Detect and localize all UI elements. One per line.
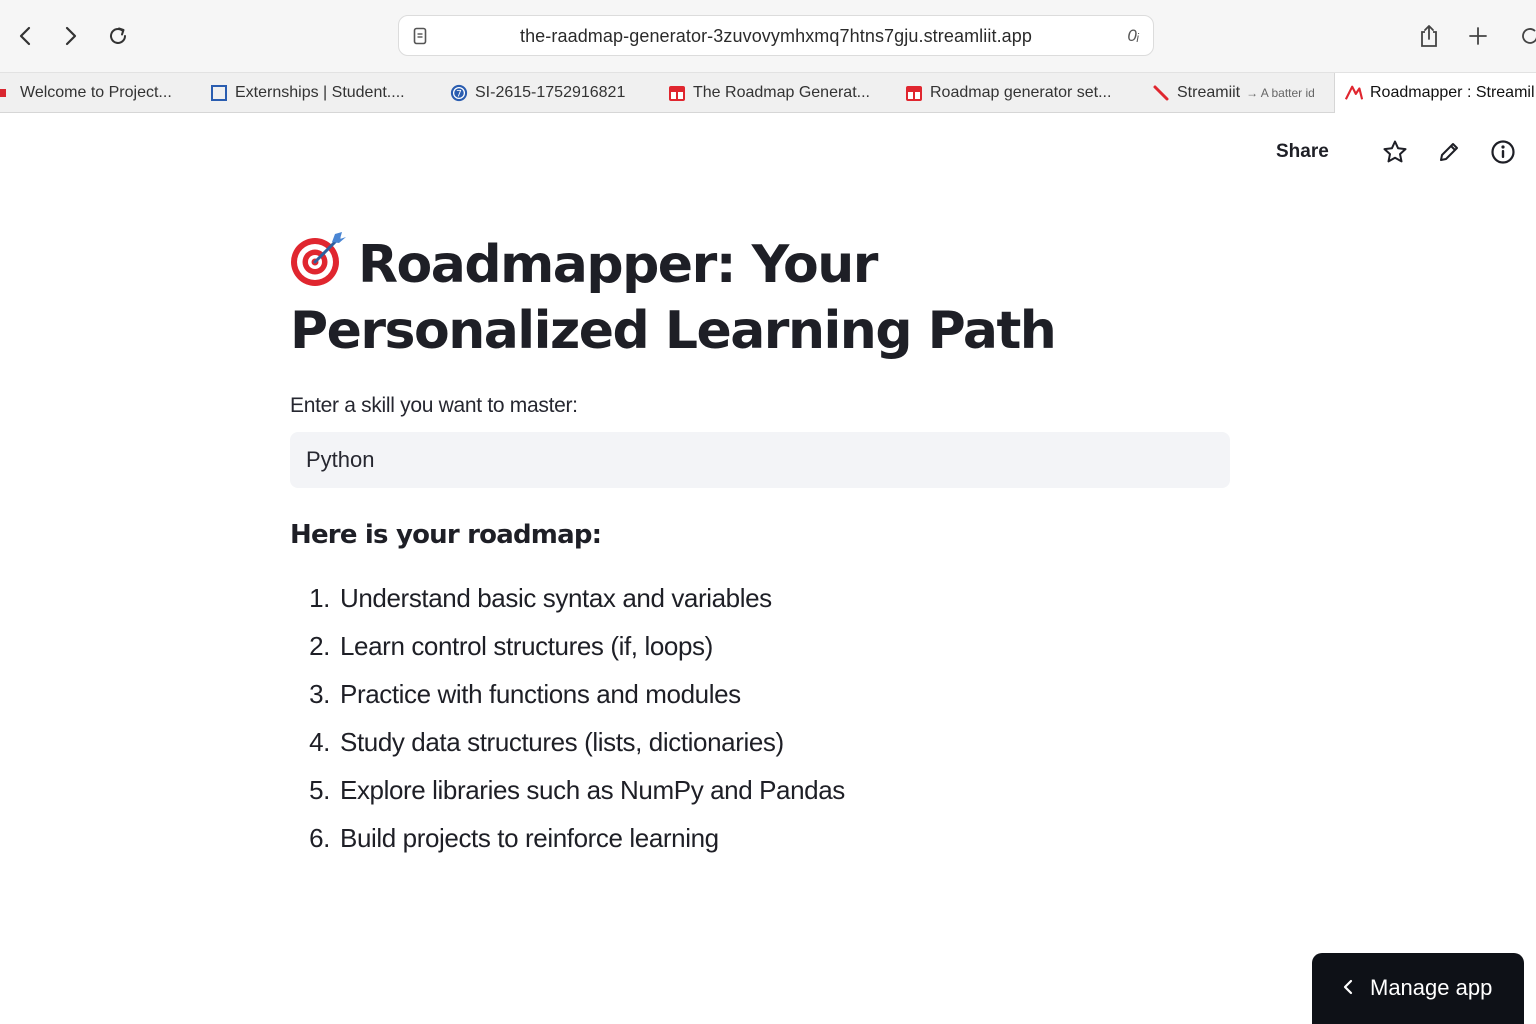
tab-si[interactable]: 7 SI-2615-1752916821 bbox=[450, 73, 650, 113]
skill-input-label: Enter a skill you want to master: bbox=[290, 394, 578, 417]
tab-label: Welcome to Project... bbox=[20, 84, 172, 101]
manage-app-label: Manage app bbox=[1370, 975, 1493, 1000]
reload-icon bbox=[110, 27, 126, 44]
tab-sublabel: → A batter id bbox=[1246, 86, 1315, 100]
forward-button[interactable] bbox=[52, 18, 88, 54]
target-dart-icon bbox=[290, 230, 348, 288]
new-tab-button[interactable] bbox=[1460, 18, 1496, 54]
back-icon bbox=[19, 26, 31, 46]
tab-label: SI-2615-1752916821 bbox=[475, 84, 626, 101]
roadmap-step: 6. Build projects to reinforce learning bbox=[290, 814, 1230, 862]
tab-welcome[interactable]: Welcome to Project... bbox=[0, 73, 200, 113]
forward-icon bbox=[65, 26, 77, 46]
roadmap-step: 1. Understand basic syntax and variables bbox=[290, 574, 1230, 622]
tab-label: Externships | Student.... bbox=[235, 84, 405, 101]
reload-button[interactable] bbox=[100, 18, 136, 54]
url-text: the-raadmap-generator-3zuvovymhxmq7htns7… bbox=[519, 26, 1033, 46]
circle-favicon-icon: 7 bbox=[450, 84, 468, 102]
roadmap-step-text: Explore libraries such as NumPy and Pand… bbox=[340, 775, 845, 805]
extension-icon[interactable]: 0ᵢ bbox=[1127, 26, 1139, 46]
page-title: Roadmapper: Your Personalized Learning P… bbox=[290, 230, 1230, 364]
roadmap-step: 3. Practice with functions and modules bbox=[290, 670, 1230, 718]
app-header: Share bbox=[0, 113, 1536, 193]
tab-label: Roadmap generator set... bbox=[930, 84, 1112, 101]
address-bar[interactable]: the-raadmap-generator-3zuvovymhxmq7htns7… bbox=[398, 15, 1154, 56]
manage-app-button[interactable]: Manage app bbox=[1312, 953, 1524, 1024]
tab-streamlit[interactable]: Streamiit → A batter id bbox=[1152, 73, 1332, 113]
browser-toolbar: the-raadmap-generator-3zuvovymhxmq7htns7… bbox=[0, 0, 1536, 72]
streamlit-logo-icon bbox=[1345, 84, 1363, 102]
streamlit-favicon-icon bbox=[905, 84, 923, 102]
share-button[interactable]: Share bbox=[1276, 141, 1329, 163]
tab-roadmap-settings[interactable]: Roadmap generator set... bbox=[905, 73, 1135, 113]
share-icon bbox=[1421, 25, 1437, 47]
roadmap-subheader: Here is your roadmap: bbox=[290, 520, 602, 550]
tab-favicon-icon bbox=[0, 84, 10, 102]
tab-label: Roadmapper : Streamil bbox=[1370, 84, 1535, 101]
main-content: Roadmapper: Your Personalized Learning P… bbox=[290, 230, 1230, 862]
back-button[interactable] bbox=[8, 18, 44, 54]
roadmap-step-text: Build projects to reinforce learning bbox=[340, 823, 719, 853]
pencil-icon bbox=[1440, 143, 1458, 161]
favorite-button[interactable] bbox=[1380, 137, 1410, 167]
square-favicon-icon bbox=[210, 84, 228, 102]
page-title-text: Roadmapper: Your Personalized Learning P… bbox=[290, 235, 1057, 361]
tab-roadmap-generator[interactable]: The Roadmap Generat... bbox=[668, 73, 888, 113]
info-button[interactable] bbox=[1488, 137, 1518, 167]
roadmap-step: 5. Explore libraries such as NumPy and Pa… bbox=[290, 766, 1230, 814]
info-icon bbox=[1491, 140, 1515, 164]
roadmap-step-text: Learn control structures (if, loops) bbox=[340, 631, 713, 661]
tab-label: The Roadmap Generat... bbox=[693, 84, 870, 101]
slash-favicon-icon bbox=[1152, 84, 1170, 102]
tab-roadmapper-active[interactable]: Roadmapper : Streamil bbox=[1334, 73, 1536, 113]
tab-externships[interactable]: Externships | Student.... bbox=[210, 73, 420, 113]
chevron-left-icon bbox=[1343, 979, 1353, 995]
plus-icon bbox=[1469, 27, 1487, 45]
tab-overview-icon bbox=[1522, 28, 1536, 44]
skill-input[interactable] bbox=[290, 432, 1230, 488]
roadmap-step: 2. Learn control structures (if, loops) bbox=[290, 622, 1230, 670]
roadmap-step-text: Understand basic syntax and variables bbox=[340, 583, 772, 613]
tab-label: Streamiit bbox=[1177, 84, 1241, 101]
roadmap-step-text: Study data structures (lists, dictionari… bbox=[340, 727, 784, 757]
share-page-button[interactable] bbox=[1411, 18, 1447, 54]
tab-bar: Welcome to Project... Externships | Stud… bbox=[0, 72, 1536, 113]
roadmap-list: 1. Understand basic syntax and variables … bbox=[290, 574, 1230, 862]
tab-overview-button[interactable] bbox=[1512, 18, 1536, 54]
streamlit-favicon-icon bbox=[668, 84, 686, 102]
star-icon bbox=[1383, 140, 1407, 163]
edit-button[interactable] bbox=[1434, 137, 1464, 167]
roadmap-step-text: Practice with functions and modules bbox=[340, 679, 741, 709]
roadmap-step: 4. Study data structures (lists, dictiona… bbox=[290, 718, 1230, 766]
svg-text:7: 7 bbox=[456, 90, 462, 100]
